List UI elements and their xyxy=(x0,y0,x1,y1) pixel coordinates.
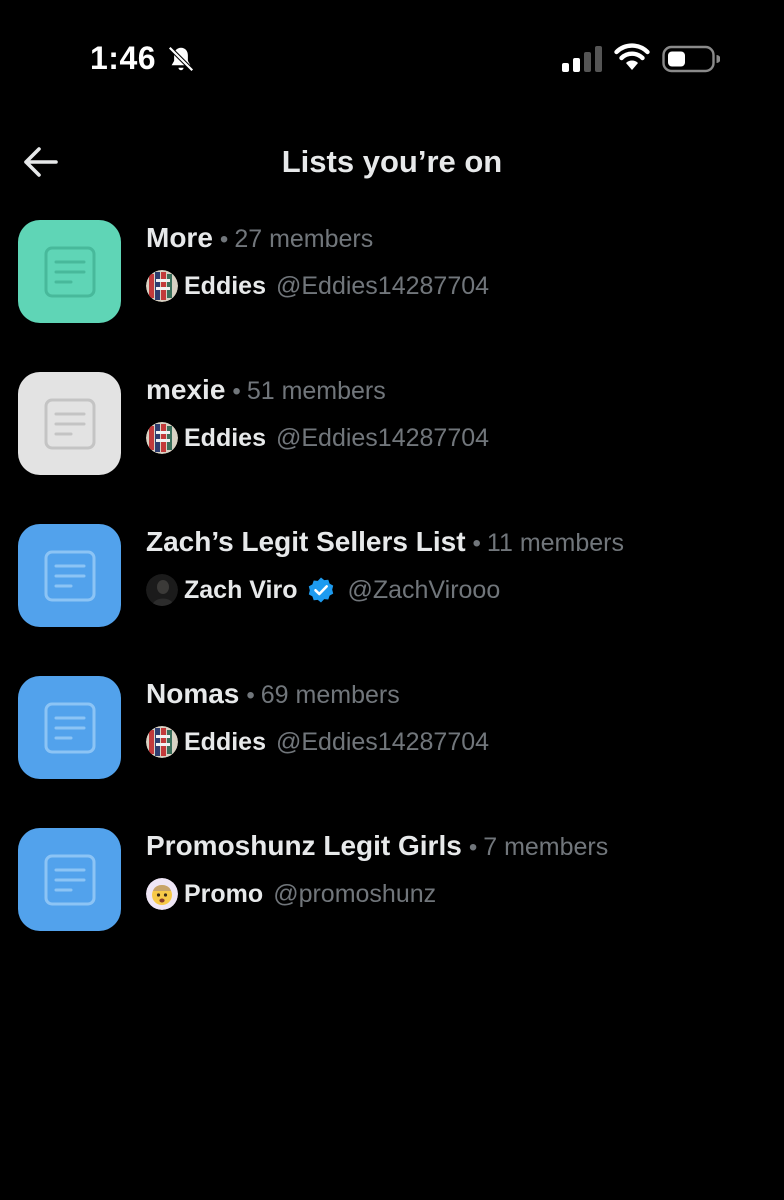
avatar[interactable] xyxy=(146,270,178,302)
battery-icon xyxy=(662,45,720,73)
page-title: Lists you’re on xyxy=(281,144,503,179)
member-count: 69 members xyxy=(260,681,400,709)
list-item[interactable]: Promoshunz Legit Girls • 7 members Promo… xyxy=(0,826,784,978)
list-item[interactable]: Zach’s Legit Sellers List • 11 members Z… xyxy=(0,522,784,674)
list-item[interactable]: More • 27 members Eddies @Eddies14287704 xyxy=(0,218,784,370)
list-document-icon xyxy=(44,550,95,601)
member-count: 7 members xyxy=(483,833,609,861)
cellular-signal-icon xyxy=(562,46,602,72)
avatar[interactable] xyxy=(146,878,178,910)
list-thumbnail xyxy=(18,372,121,475)
owner-handle: @Eddies14287704 xyxy=(275,423,490,452)
member-count: 51 members xyxy=(246,377,386,405)
list-title-line: Zach’s Legit Sellers List • 11 members xyxy=(146,526,624,558)
owner-name: Zach Viro xyxy=(184,575,298,604)
status-time: 1:46 xyxy=(90,40,157,76)
status-bar: 1:46 xyxy=(0,0,784,120)
list-owner[interactable]: Eddies @Eddies14287704 xyxy=(146,726,489,758)
header: Lists you’re on xyxy=(0,130,784,194)
list-title-line: Promoshunz Legit Girls • 7 members xyxy=(146,830,608,862)
owner-name: Eddies xyxy=(184,271,266,300)
list-document-icon xyxy=(44,854,95,905)
separator-dot: • xyxy=(468,834,478,861)
wifi-icon xyxy=(614,43,650,70)
list-item[interactable]: mexie • 51 members Eddies @Eddies1428770… xyxy=(0,370,784,522)
list-name: Zach’s Legit Sellers List xyxy=(146,526,466,557)
list-document-icon xyxy=(44,246,95,297)
member-count: 27 members xyxy=(234,225,374,253)
avatar[interactable] xyxy=(146,422,178,454)
separator-dot: • xyxy=(219,226,229,253)
list-thumbnail xyxy=(18,828,121,931)
list-name: Nomas xyxy=(146,678,240,709)
list-document-icon xyxy=(44,702,95,753)
bell-slash-icon xyxy=(168,46,194,72)
verified-badge-icon xyxy=(309,577,334,603)
list-thumbnail xyxy=(18,676,121,779)
list-document-icon xyxy=(44,398,95,449)
list-title-line: Nomas • 69 members xyxy=(146,678,400,710)
owner-name: Promo xyxy=(184,879,264,908)
lists-container: More • 27 members Eddies @Eddies14287704… xyxy=(0,218,784,978)
owner-handle: @Eddies14287704 xyxy=(275,727,490,756)
avatar[interactable] xyxy=(146,574,178,606)
list-owner[interactable]: Promo @promoshunz xyxy=(146,878,436,910)
list-name: mexie xyxy=(146,374,226,405)
avatar[interactable] xyxy=(146,726,178,758)
owner-name: Eddies xyxy=(184,727,266,756)
list-owner[interactable]: Zach Viro @ZachVirooo xyxy=(146,574,500,606)
separator-dot: • xyxy=(472,530,481,557)
separator-dot: • xyxy=(232,378,241,405)
list-name: Promoshunz Legit Girls xyxy=(146,830,462,861)
list-owner[interactable]: Eddies @Eddies14287704 xyxy=(146,270,489,302)
owner-handle: @promoshunz xyxy=(273,879,437,908)
separator-dot: • xyxy=(246,682,255,709)
list-title-line: More • 27 members xyxy=(146,222,373,254)
list-owner[interactable]: Eddies @Eddies14287704 xyxy=(146,422,489,454)
list-thumbnail xyxy=(18,220,121,323)
owner-handle: @Eddies14287704 xyxy=(275,271,490,300)
member-count: 11 members xyxy=(486,529,625,557)
list-name: More xyxy=(146,222,213,253)
list-item[interactable]: Nomas • 69 members Eddies @Eddies1428770… xyxy=(0,674,784,826)
owner-name: Eddies xyxy=(184,423,266,452)
list-title-line: mexie • 51 members xyxy=(146,374,386,406)
owner-handle: @ZachVirooo xyxy=(347,575,501,604)
list-thumbnail xyxy=(18,524,121,627)
